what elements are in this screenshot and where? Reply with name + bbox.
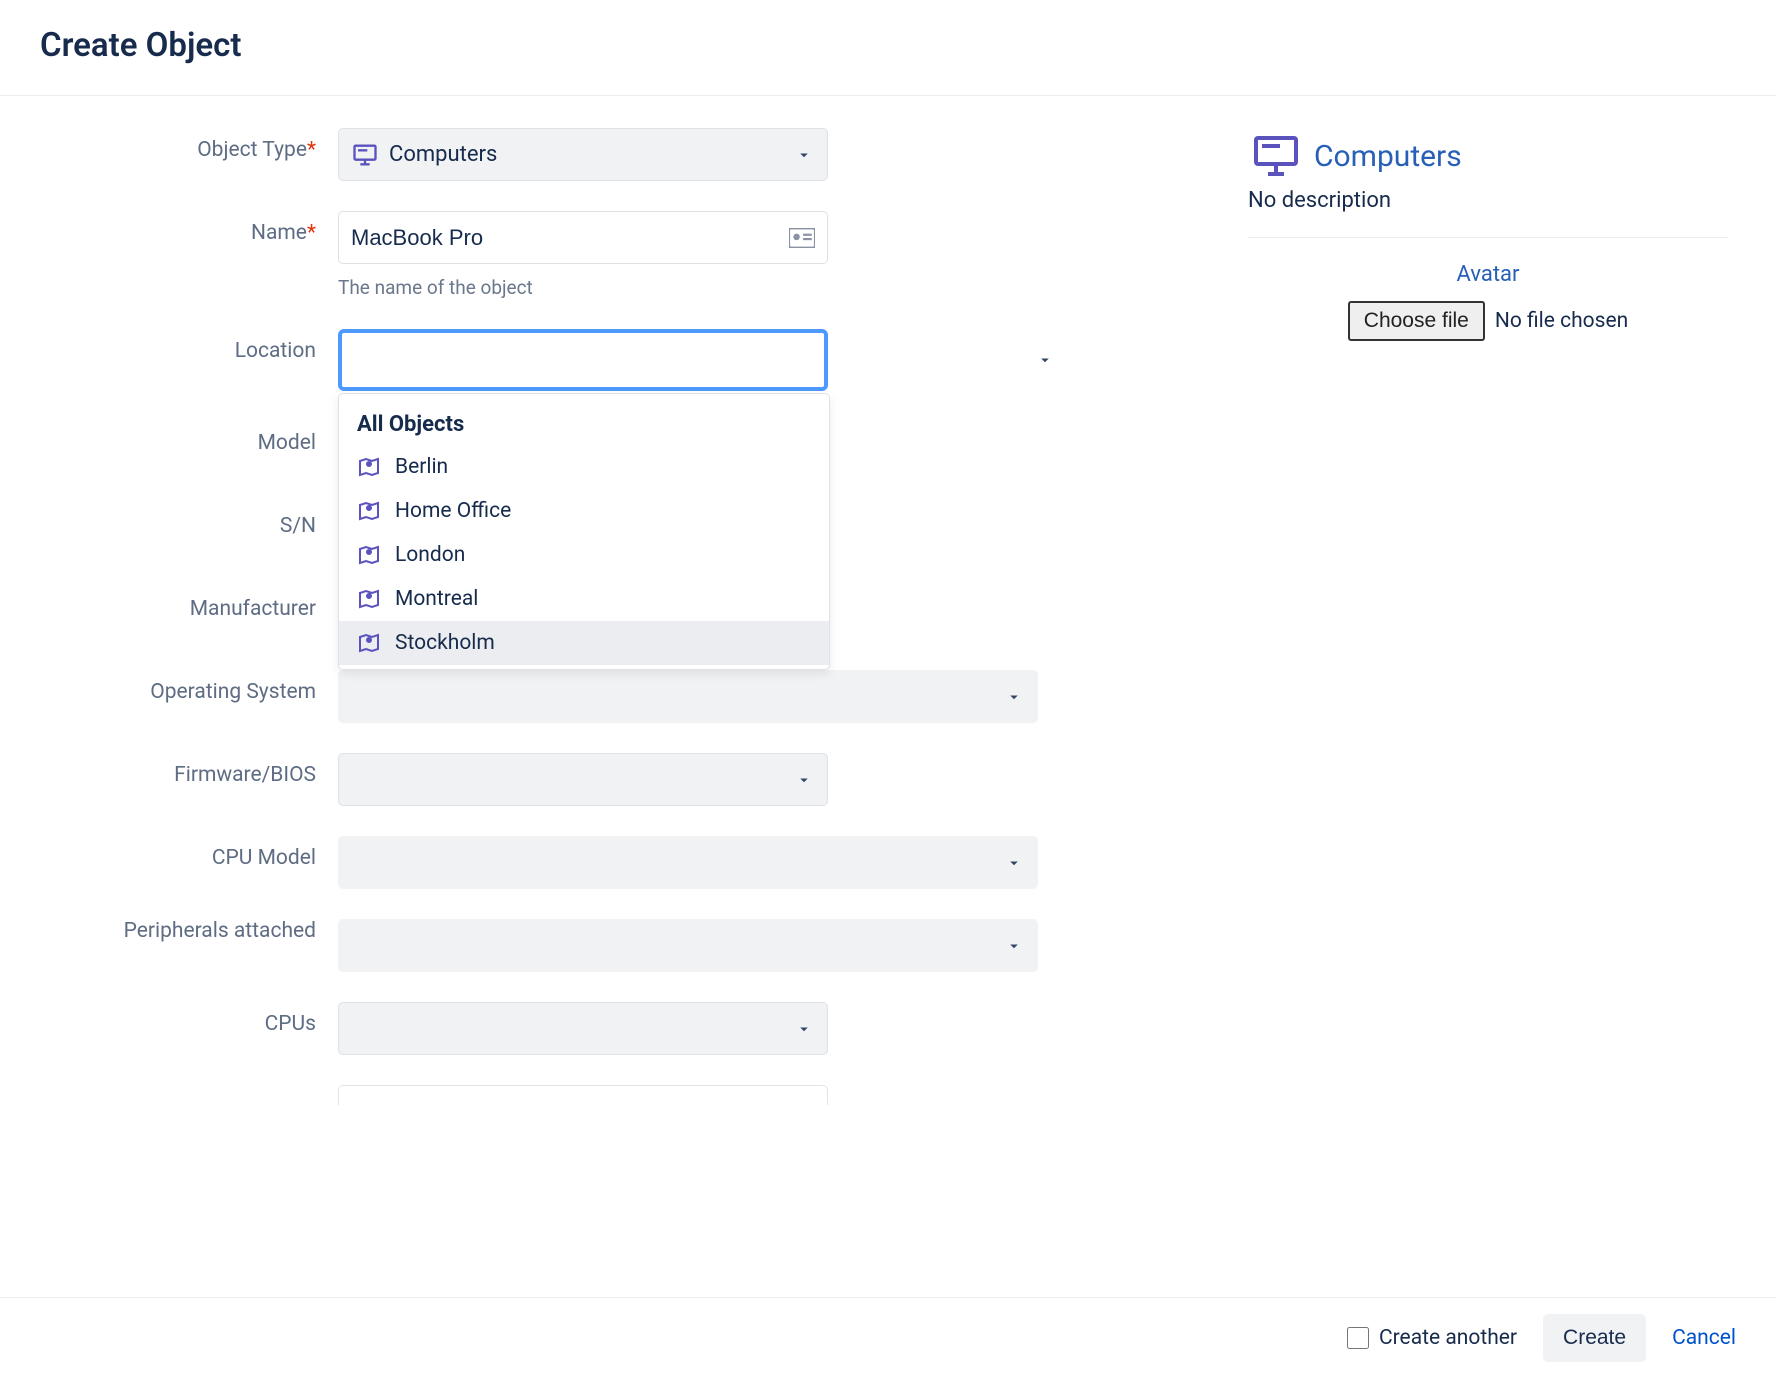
label-firmware: Firmware/BIOS (174, 763, 316, 787)
object-type-select[interactable]: Computers (338, 128, 828, 181)
chevron-down-icon (1005, 688, 1023, 706)
location-input[interactable] (354, 333, 812, 387)
os-select[interactable] (338, 670, 1038, 723)
chevron-down-icon (795, 146, 813, 164)
label-peripherals: Peripherals attached (124, 919, 316, 943)
name-input[interactable] (351, 212, 781, 263)
cancel-button[interactable]: Cancel (1672, 1326, 1736, 1350)
side-panel: Computers No description Avatar Choose f… (1248, 128, 1728, 1297)
chevron-down-icon (1036, 351, 1054, 369)
id-card-icon (789, 228, 815, 248)
location-option-label: Home Office (395, 499, 511, 523)
form-panel: Object Type* Computers Name* (48, 128, 1068, 1297)
location-option-berlin[interactable]: Berlin (339, 445, 829, 489)
label-name: Name (251, 221, 307, 245)
chevron-down-icon (795, 771, 813, 789)
label-os: Operating System (150, 680, 316, 704)
create-another-label: Create another (1379, 1326, 1517, 1350)
name-help: The name of the object (338, 276, 1068, 299)
choose-file-button[interactable]: Choose file (1348, 301, 1485, 341)
map-pin-icon (357, 455, 381, 479)
location-dropdown: All Objects Berlin Home Office London Montr… (338, 393, 830, 670)
avatar-heading: Avatar (1248, 262, 1728, 287)
partial-input[interactable] (338, 1085, 828, 1105)
map-pin-icon (357, 631, 381, 655)
location-select[interactable] (338, 329, 828, 391)
create-another-wrap[interactable]: Create another (1347, 1326, 1517, 1350)
side-title: Computers (1314, 139, 1462, 174)
location-option-montreal[interactable]: Montreal (339, 577, 829, 621)
cpu-model-select[interactable] (338, 836, 1038, 889)
computer-icon (1248, 132, 1304, 180)
name-input-wrapper (338, 211, 828, 264)
location-option-stockholm[interactable]: Stockholm (339, 621, 829, 665)
label-cpu-model: CPU Model (212, 846, 316, 870)
side-description: No description (1248, 188, 1728, 238)
label-location: Location (235, 339, 316, 363)
label-object-type: Object Type (197, 138, 307, 162)
location-option-label: London (395, 543, 465, 567)
file-status: No file chosen (1495, 309, 1628, 333)
label-model: Model (258, 431, 316, 455)
map-pin-icon (357, 587, 381, 611)
label-sn: S/N (280, 514, 316, 538)
chevron-down-icon (1005, 854, 1023, 872)
location-option-label: Berlin (395, 455, 448, 479)
dropdown-header: All Objects (339, 404, 829, 445)
firmware-select[interactable] (338, 753, 828, 806)
dialog-title: Create Object (40, 26, 1736, 65)
object-type-value: Computers (389, 142, 497, 167)
footer: Create another Create Cancel (0, 1297, 1776, 1378)
location-option-london[interactable]: London (339, 533, 829, 577)
label-partial (48, 1085, 338, 1095)
map-pin-icon (357, 499, 381, 523)
create-another-checkbox[interactable] (1347, 1327, 1369, 1349)
label-cpus: CPUs (265, 1012, 316, 1036)
chevron-down-icon (1005, 937, 1023, 955)
label-manufacturer: Manufacturer (190, 597, 316, 621)
computer-icon (351, 141, 379, 169)
cpus-select[interactable] (338, 1002, 828, 1055)
create-button[interactable]: Create (1543, 1314, 1646, 1362)
peripherals-select[interactable] (338, 919, 1038, 972)
location-option-home-office[interactable]: Home Office (339, 489, 829, 533)
chevron-down-icon (795, 1020, 813, 1038)
map-pin-icon (357, 543, 381, 567)
location-option-label: Montreal (395, 587, 478, 611)
location-option-label: Stockholm (395, 631, 495, 655)
